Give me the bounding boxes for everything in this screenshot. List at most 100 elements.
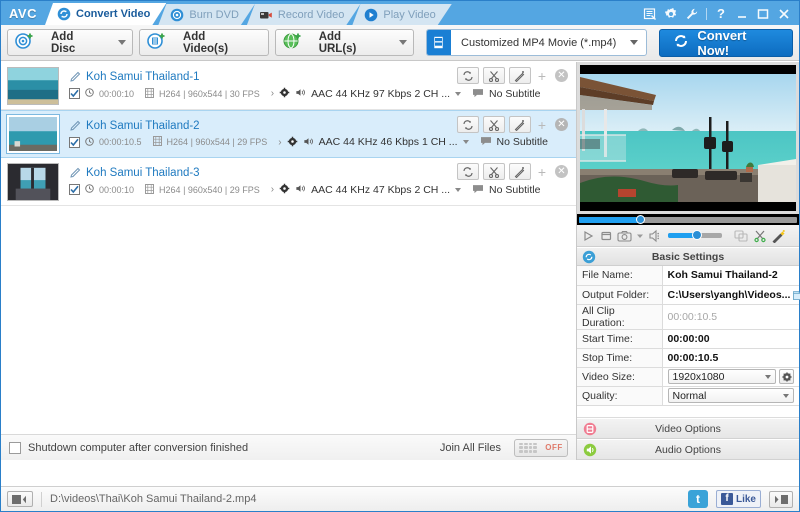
playback-controls	[577, 225, 799, 247]
add-disc-button[interactable]: Add Disc	[7, 29, 133, 56]
stop-time-value[interactable]: 00:00:10.5	[662, 348, 799, 367]
effects-wand-icon[interactable]	[509, 67, 531, 84]
effects-wand-icon[interactable]	[509, 116, 531, 133]
tab-play-video[interactable]: Play Video	[352, 4, 451, 25]
chevron-down-icon[interactable]	[399, 40, 407, 45]
twitter-share-button[interactable]: t	[688, 490, 708, 508]
audio-options-label: Audio Options	[577, 444, 799, 456]
tab-record-video[interactable]: Record Video	[247, 4, 360, 25]
row-audio-track[interactable]: AAC 44 KHz 97 Kbps 2 CH ...	[311, 88, 450, 100]
video-size-select[interactable]: 1920x1080	[668, 369, 777, 384]
window-controls: ?	[643, 7, 799, 25]
table-row[interactable]: Koh Samui Thailand-2 00:00:10.5	[1, 110, 576, 158]
maximize-icon[interactable]	[756, 7, 770, 21]
chevron-down-icon[interactable]	[455, 188, 461, 192]
snapshot-icon[interactable]	[617, 229, 632, 243]
remove-row-button[interactable]: ✕	[555, 69, 568, 82]
video-options-row[interactable]: Video Options	[577, 418, 799, 439]
remove-row-button[interactable]: ✕	[555, 165, 568, 178]
output-folder-cell[interactable]: C:\Users\yangh\Videos...	[662, 285, 799, 304]
help-icon[interactable]: ?	[714, 7, 728, 21]
log-icon[interactable]	[643, 7, 657, 21]
row-checkbox[interactable]	[69, 137, 80, 148]
trim-scissors-icon[interactable]	[483, 116, 505, 133]
video-name[interactable]: Koh Samui Thailand-3	[86, 167, 200, 179]
expand-chevron-icon[interactable]: ›	[271, 184, 274, 195]
quality-select[interactable]: Normal	[668, 388, 795, 403]
wrench-icon[interactable]	[685, 7, 699, 21]
video-name[interactable]: Koh Samui Thailand-1	[86, 71, 200, 83]
preview-screen[interactable]	[580, 65, 796, 211]
snapshot-dropdown-icon[interactable]	[636, 232, 644, 240]
volume-handle[interactable]	[692, 230, 702, 240]
table-row[interactable]: Koh Samui Thailand-1 00:00:10	[1, 62, 576, 110]
row-subtitle[interactable]: No Subtitle	[497, 136, 548, 148]
disc-icon	[170, 8, 184, 22]
convert-row-icon[interactable]	[457, 67, 479, 84]
file-name-value[interactable]: Koh Samui Thailand-2	[662, 266, 799, 285]
chevron-down-icon[interactable]	[118, 40, 126, 45]
add-row-button[interactable]: +	[535, 117, 549, 133]
facebook-icon: f	[721, 493, 733, 505]
convert-now-button[interactable]: Convert Now!	[659, 29, 793, 57]
table-row[interactable]: Koh Samui Thailand-3 00:00:10	[1, 158, 576, 206]
convert-row-icon[interactable]	[457, 163, 479, 180]
start-time-value[interactable]: 00:00:00	[662, 329, 799, 348]
chevron-down-icon[interactable]	[463, 140, 469, 144]
trim-scissors-icon[interactable]	[483, 163, 505, 180]
video-preview[interactable]	[577, 62, 799, 214]
add-urls-button[interactable]: Add URL(s)	[275, 29, 414, 56]
panel-collapse-button[interactable]	[769, 491, 793, 508]
output-profile-select[interactable]: Customized MP4 Movie (*.mp4)	[426, 29, 648, 56]
fullscreen-icon[interactable]	[734, 229, 749, 243]
trim-scissors-icon[interactable]	[483, 67, 505, 84]
output-profile-label: Customized MP4 Movie (*.mp4)	[451, 37, 630, 49]
convert-arrows-icon	[672, 32, 690, 53]
edit-pencil-icon[interactable]	[69, 167, 81, 179]
seek-track[interactable]	[579, 217, 797, 223]
volume-icon[interactable]	[648, 229, 662, 243]
expand-chevron-icon[interactable]: ›	[278, 137, 281, 148]
remove-row-button[interactable]: ✕	[555, 118, 568, 131]
folder-icon[interactable]	[793, 289, 800, 300]
row-checkbox[interactable]	[69, 184, 80, 195]
gear-icon[interactable]	[664, 7, 678, 21]
settings-row-output-folder: Output Folder: C:\Users\yangh\Videos...	[577, 285, 799, 304]
stop-icon[interactable]	[599, 229, 613, 243]
tab-label: Play Video	[383, 9, 435, 21]
minimize-icon[interactable]	[735, 7, 749, 21]
chevron-down-icon[interactable]	[630, 40, 638, 45]
join-all-files-label: Join All Files	[440, 442, 501, 454]
row-subtitle[interactable]: No Subtitle	[489, 88, 540, 100]
facebook-like-button[interactable]: f Like	[716, 490, 761, 508]
cut-scissors-icon[interactable]	[753, 229, 767, 243]
edit-pencil-icon[interactable]	[69, 120, 81, 132]
tab-convert-video[interactable]: Convert Video	[45, 3, 166, 25]
close-icon[interactable]	[777, 7, 791, 21]
row-subtitle[interactable]: No Subtitle	[489, 184, 540, 196]
tab-burn-dvd[interactable]: Burn DVD	[158, 4, 255, 25]
row-audio-track[interactable]: AAC 44 KHz 47 Kbps 2 CH ...	[311, 184, 450, 196]
play-icon[interactable]	[581, 229, 595, 243]
join-all-files-toggle[interactable]: OFF	[514, 439, 568, 457]
quality-cell: Normal	[662, 386, 799, 405]
add-videos-button[interactable]: Add Video(s)	[139, 29, 269, 56]
audio-options-row[interactable]: Audio Options	[577, 439, 799, 460]
row-checkbox[interactable]	[69, 88, 80, 99]
seek-bar[interactable]	[577, 214, 799, 225]
output-panel-toggle-button[interactable]	[7, 491, 33, 507]
add-row-button[interactable]: +	[535, 68, 549, 84]
video-size-settings-button[interactable]	[779, 369, 794, 384]
video-name[interactable]: Koh Samui Thailand-2	[86, 120, 200, 132]
seek-handle[interactable]	[636, 215, 645, 224]
effects-wand-icon[interactable]	[509, 163, 531, 180]
chevron-down-icon[interactable]	[455, 92, 461, 96]
edit-pencil-icon[interactable]	[69, 71, 81, 83]
add-row-button[interactable]: +	[535, 164, 549, 180]
convert-row-icon[interactable]	[457, 116, 479, 133]
volume-slider[interactable]	[668, 233, 722, 238]
expand-chevron-icon[interactable]: ›	[271, 88, 274, 99]
row-audio-track[interactable]: AAC 44 KHz 46 Kbps 1 CH ...	[319, 136, 458, 148]
effects-wand-icon[interactable]	[771, 229, 786, 243]
shutdown-checkbox[interactable]	[9, 442, 21, 454]
